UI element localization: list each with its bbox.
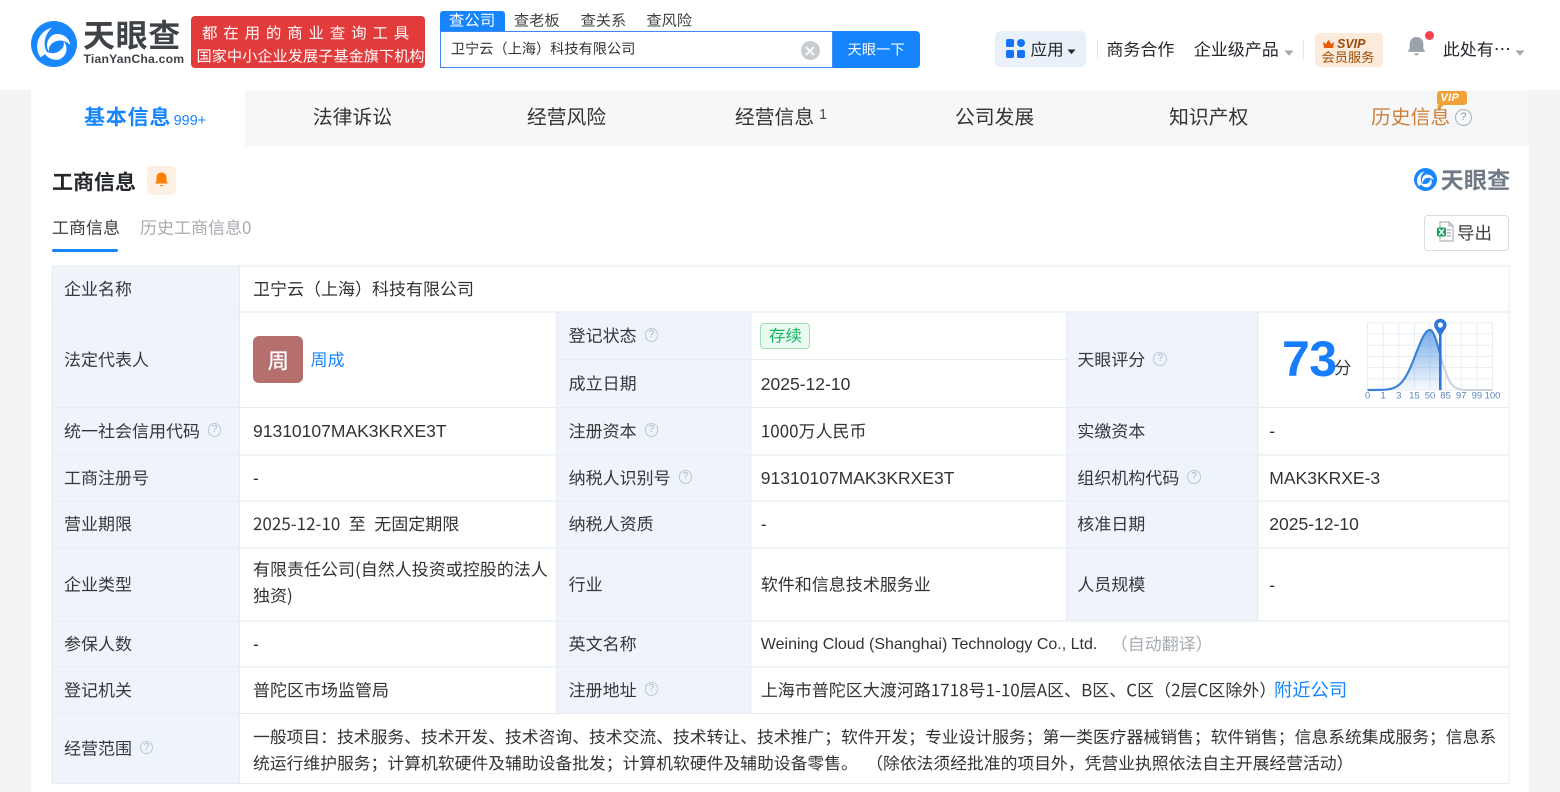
svg-text:1: 1: [1380, 391, 1385, 402]
svg-text:50: 50: [1425, 391, 1436, 402]
svg-text:97: 97: [1456, 391, 1467, 402]
svg-text:99: 99: [1472, 391, 1483, 402]
svg-text:85: 85: [1440, 391, 1451, 402]
svg-text:15: 15: [1409, 391, 1420, 402]
svg-text:3: 3: [1396, 391, 1401, 402]
svg-text:0: 0: [1365, 391, 1370, 402]
svg-text:100: 100: [1485, 391, 1501, 402]
